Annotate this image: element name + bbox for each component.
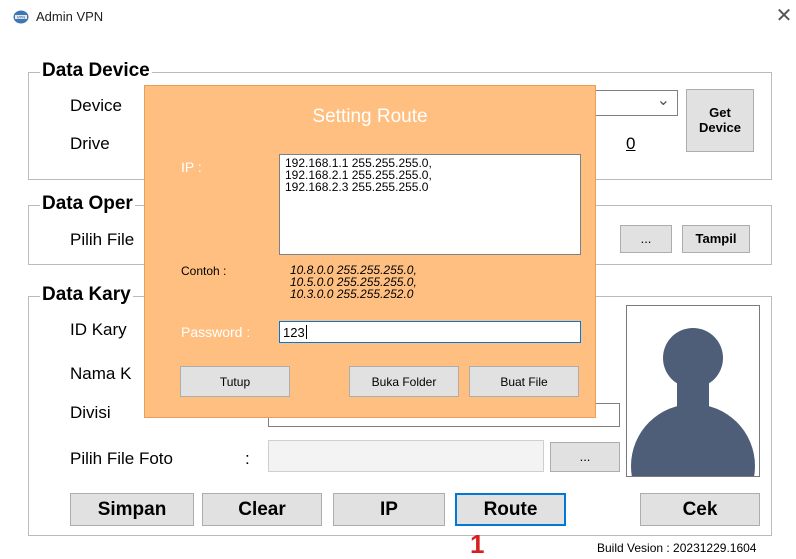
- drive-label: Drive: [70, 134, 110, 153]
- data-operator-title: Data Oper: [40, 193, 135, 215]
- device-label: Device: [70, 96, 122, 115]
- data-device-title: Data Device: [40, 60, 152, 82]
- chevron-down-icon: ⌄: [656, 92, 670, 109]
- password-label: Password :: [181, 324, 251, 340]
- contoh-label: Contoh :: [181, 264, 227, 278]
- cek-button[interactable]: Cek: [640, 493, 760, 526]
- ip-line: 192.168.2.3 255.255.255.0: [285, 180, 429, 194]
- close-icon[interactable]: ✕: [772, 4, 796, 28]
- pilih-file-label: Pilih File: [70, 230, 135, 249]
- password-input[interactable]: 123: [279, 321, 581, 343]
- data-karyawan-title: Data Kary: [40, 284, 133, 306]
- build-version: Build Vesion : 20231229.1604: [597, 541, 757, 555]
- password-value: 123: [283, 325, 305, 340]
- get-device-button[interactable]: Get Device: [686, 89, 754, 152]
- id-karyawan-label: ID Kary: [70, 320, 127, 339]
- text-caret: [305, 325, 307, 339]
- window-title: Admin VPN: [36, 9, 104, 24]
- buat-file-button[interactable]: Buat File: [469, 366, 579, 397]
- tampil-button[interactable]: Tampil: [682, 225, 750, 253]
- tutup-button[interactable]: Tutup: [180, 366, 290, 397]
- title-bar: VPN Admin VPN ✕: [0, 0, 796, 34]
- setting-route-dialog: Setting Route IP : 192.168.1.1 255.255.2…: [144, 85, 596, 418]
- avatar-icon: [631, 328, 755, 476]
- ip-label: IP :: [181, 159, 202, 175]
- pilih-file-foto-label: Pilih File Foto: [70, 449, 173, 468]
- foto-browse-button[interactable]: ...: [550, 442, 620, 472]
- drive-value: 0: [626, 134, 636, 153]
- nama-karyawan-label: Nama K: [70, 364, 132, 383]
- dialog-title: Setting Route: [312, 106, 428, 127]
- foto-path-input[interactable]: [268, 440, 544, 472]
- annotation-marker: 1: [470, 529, 485, 559]
- simpan-button[interactable]: Simpan: [70, 493, 194, 526]
- example-line: 10.3.0.0 255.255.252.0: [290, 287, 414, 301]
- employee-photo: [626, 305, 760, 477]
- app-vpn-icon: VPN: [13, 10, 29, 24]
- svg-text:VPN: VPN: [17, 15, 25, 20]
- buka-folder-button[interactable]: Buka Folder: [349, 366, 459, 397]
- ip-route-textarea[interactable]: 192.168.1.1 255.255.255.0, 192.168.2.1 2…: [279, 154, 581, 255]
- ip-button[interactable]: IP: [333, 493, 445, 526]
- example-routes: 10.8.0.0 255.255.255.0, 10.5.0.0 255.255…: [290, 264, 417, 300]
- route-button[interactable]: Route: [455, 493, 566, 526]
- divisi-label: Divisi: [70, 403, 111, 422]
- foto-colon: :: [245, 449, 250, 468]
- clear-button[interactable]: Clear: [202, 493, 322, 526]
- operator-browse-button[interactable]: ...: [620, 225, 672, 253]
